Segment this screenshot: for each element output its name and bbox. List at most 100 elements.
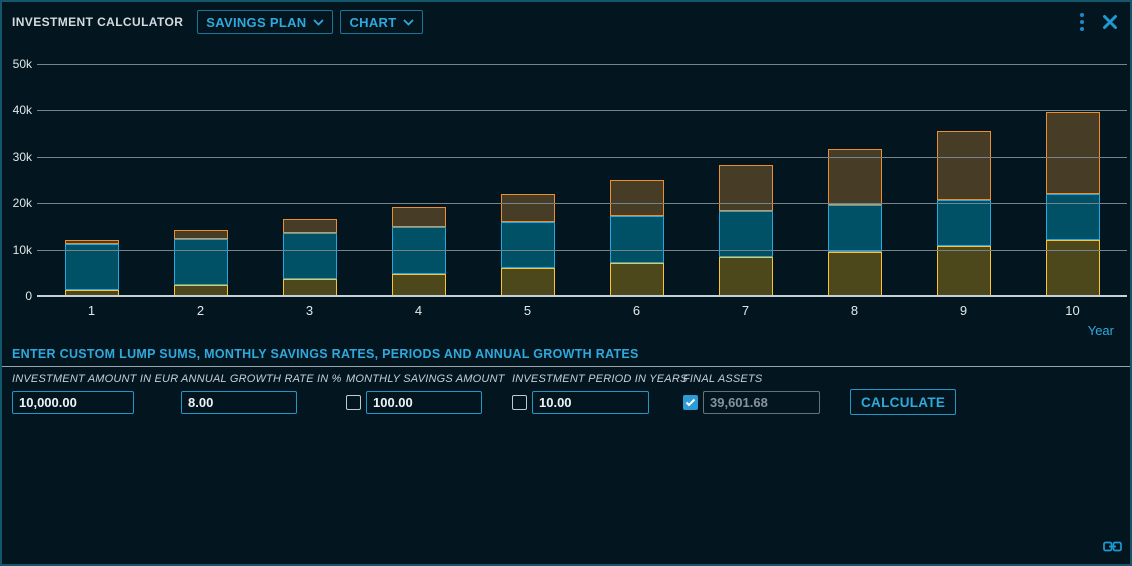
field-label: INVESTMENT PERIOD IN YEARS xyxy=(512,373,688,385)
bar-slot xyxy=(364,65,473,296)
field-label: ANNUAL GROWTH RATE IN % xyxy=(181,373,342,385)
bar-year-2 xyxy=(174,230,228,296)
gridline xyxy=(37,110,1127,111)
kebab-menu-icon[interactable] xyxy=(1078,11,1086,33)
y-tick-label: 20k xyxy=(2,196,32,210)
segment-savings-contributions[interactable] xyxy=(719,257,773,296)
y-tick-label: 10k xyxy=(2,243,32,257)
bar-slot xyxy=(473,65,582,296)
bar-slot xyxy=(691,65,800,296)
savings-plan-dropdown-label: SAVINGS PLAN xyxy=(206,15,306,30)
segment-initial-investment[interactable] xyxy=(1046,194,1100,240)
section-divider xyxy=(2,366,1130,367)
segment-growth[interactable] xyxy=(392,207,446,228)
bar-slot xyxy=(255,65,364,296)
final-assets-checkbox[interactable] xyxy=(683,395,698,410)
y-tick-label: 30k xyxy=(2,150,32,164)
bar-year-3 xyxy=(283,219,337,296)
field-investment-period: INVESTMENT PERIOD IN YEARS xyxy=(512,373,688,414)
segment-growth[interactable] xyxy=(174,230,228,239)
segment-growth[interactable] xyxy=(937,131,991,199)
bar-year-1 xyxy=(65,240,119,296)
segment-savings-contributions[interactable] xyxy=(392,274,446,296)
segment-growth[interactable] xyxy=(610,180,664,216)
segment-savings-contributions[interactable] xyxy=(501,268,555,296)
field-investment-amount: INVESTMENT AMOUNT IN EUR xyxy=(12,373,178,414)
checkmark-icon xyxy=(685,398,696,407)
field-monthly-savings: MONTHLY SAVINGS AMOUNT xyxy=(346,373,505,414)
bar-year-6 xyxy=(610,180,664,296)
link-icon[interactable] xyxy=(1103,540,1122,558)
parameters-section: ENTER CUSTOM LUMP SUMS, MONTHLY SAVINGS … xyxy=(2,342,1130,452)
bar-slot xyxy=(582,65,691,296)
bar-slot xyxy=(1018,65,1127,296)
bar-year-7 xyxy=(719,165,773,296)
x-tick-label: 7 xyxy=(691,303,800,318)
x-tick-label: 5 xyxy=(473,303,582,318)
y-axis-labels: 0 10k 20k 30k 40k 50k xyxy=(2,42,32,342)
gridline xyxy=(37,203,1127,204)
field-label: MONTHLY SAVINGS AMOUNT xyxy=(346,373,505,385)
chart-dropdown-label: CHART xyxy=(349,15,396,30)
savings-plan-dropdown[interactable]: SAVINGS PLAN xyxy=(197,10,333,34)
section-title: ENTER CUSTOM LUMP SUMS, MONTHLY SAVINGS … xyxy=(12,347,639,361)
calculate-button[interactable]: CALCULATE xyxy=(850,389,956,415)
segment-savings-contributions[interactable] xyxy=(828,252,882,297)
x-tick-label: 1 xyxy=(37,303,146,318)
bar-year-4 xyxy=(392,207,446,296)
close-icon[interactable] xyxy=(1100,12,1120,32)
field-annual-growth-rate: ANNUAL GROWTH RATE IN % xyxy=(181,373,342,414)
bar-year-8 xyxy=(828,149,882,296)
y-tick-label: 0 xyxy=(2,289,32,303)
bar-slot xyxy=(909,65,1018,296)
segment-initial-investment[interactable] xyxy=(283,233,337,279)
y-tick-label: 50k xyxy=(2,57,32,71)
field-label: INVESTMENT AMOUNT IN EUR xyxy=(12,373,178,385)
x-tick-label: 10 xyxy=(1018,303,1127,318)
bar-year-5 xyxy=(501,194,555,296)
segment-initial-investment[interactable] xyxy=(501,222,555,268)
segment-initial-investment[interactable] xyxy=(610,216,664,262)
investment-period-input[interactable] xyxy=(532,391,649,414)
final-assets-input xyxy=(703,391,820,414)
monthly-savings-input[interactable] xyxy=(366,391,482,414)
bars xyxy=(37,65,1127,296)
field-label: FINAL ASSETS xyxy=(683,373,820,385)
savings-plan-chart: 0 10k 20k 30k 40k 50k 12345678910 Year xyxy=(2,42,1130,342)
investment-calculator-window: INVESTMENT CALCULATOR SAVINGS PLAN CHART… xyxy=(0,0,1132,566)
bar-slot xyxy=(800,65,909,296)
y-tick-label: 40k xyxy=(2,103,32,117)
x-tick-label: 6 xyxy=(582,303,691,318)
segment-initial-investment[interactable] xyxy=(65,244,119,290)
segment-savings-contributions[interactable] xyxy=(937,246,991,296)
segment-growth[interactable] xyxy=(283,219,337,233)
segment-savings-contributions[interactable] xyxy=(610,263,664,296)
x-tick-label: 4 xyxy=(364,303,473,318)
segment-initial-investment[interactable] xyxy=(828,205,882,251)
annual-growth-rate-input[interactable] xyxy=(181,391,297,414)
investment-period-checkbox[interactable] xyxy=(512,395,527,410)
gridline xyxy=(37,250,1127,251)
gridline xyxy=(37,157,1127,158)
segment-growth[interactable] xyxy=(1046,112,1100,194)
chart-dropdown[interactable]: CHART xyxy=(340,10,423,34)
x-axis-title: Year xyxy=(1088,323,1114,338)
page-title: INVESTMENT CALCULATOR xyxy=(12,15,183,29)
segment-growth[interactable] xyxy=(501,194,555,222)
x-tick-label: 2 xyxy=(146,303,255,318)
investment-amount-input[interactable] xyxy=(12,391,134,414)
x-axis-line xyxy=(37,295,1127,297)
bar-slot xyxy=(146,65,255,296)
plot-area xyxy=(37,65,1127,297)
chevron-down-icon xyxy=(313,19,324,26)
segment-savings-contributions[interactable] xyxy=(283,279,337,296)
segment-initial-investment[interactable] xyxy=(937,200,991,246)
monthly-savings-checkbox[interactable] xyxy=(346,395,361,410)
chevron-down-icon xyxy=(403,19,414,26)
gridline xyxy=(37,64,1127,65)
segment-initial-investment[interactable] xyxy=(174,239,228,285)
x-tick-label: 8 xyxy=(800,303,909,318)
x-tick-label: 3 xyxy=(255,303,364,318)
x-axis-labels: 12345678910 xyxy=(37,303,1127,318)
field-final-assets: FINAL ASSETS xyxy=(683,373,820,414)
